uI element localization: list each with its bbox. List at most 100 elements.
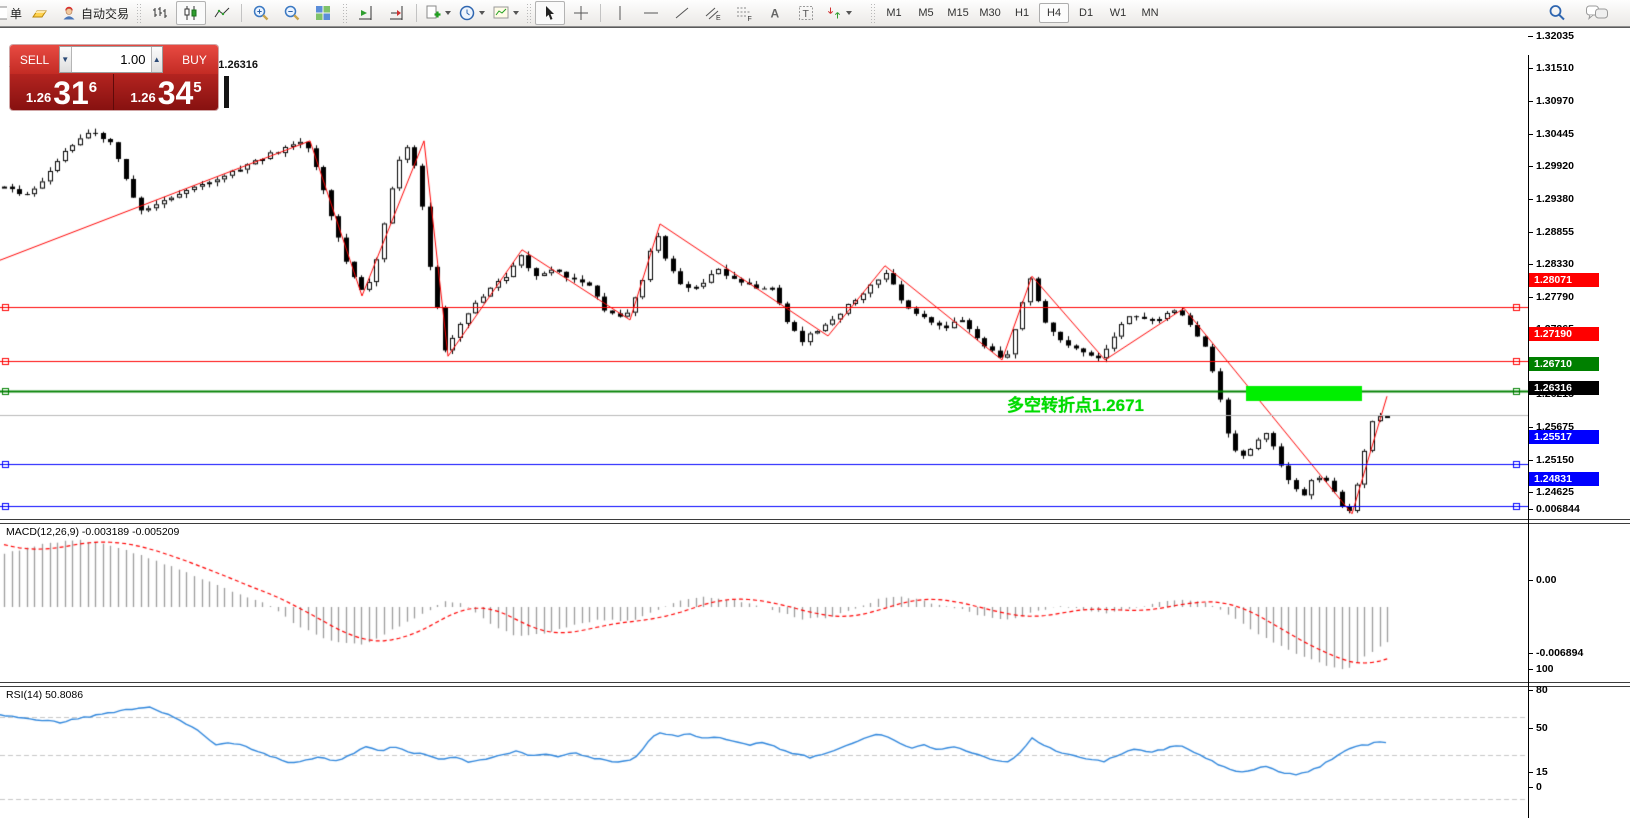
sell-price-prefix: 1.26 [26, 90, 51, 105]
tile-windows-icon [314, 4, 332, 22]
axis-tick-mark [1528, 728, 1533, 729]
auto-scroll-button[interactable] [382, 1, 412, 25]
timeframe-d1-button[interactable]: D1 [1071, 3, 1101, 23]
period-menu-button[interactable] [455, 1, 488, 25]
svg-text:E: E [716, 15, 721, 22]
order-label: 单 [10, 5, 22, 22]
horizontal-line-button[interactable] [636, 1, 666, 25]
text-label-button[interactable]: T [791, 1, 821, 25]
vertical-line-button[interactable] [605, 1, 635, 25]
price-line-badge: 1.28071 [1529, 273, 1599, 287]
trendline-button[interactable] [667, 1, 697, 25]
axis-tick-mark [1528, 690, 1533, 691]
axis-tick-label: 50 [1536, 722, 1548, 734]
toolbar-grip[interactable] [526, 3, 531, 23]
timeframe-m1-button[interactable]: M1 [879, 3, 909, 23]
crosshair-button[interactable] [566, 1, 596, 25]
line-chart-button[interactable] [207, 1, 237, 25]
axis-tick-label: 1.32035 [1536, 30, 1574, 42]
chart-shift-icon [357, 4, 375, 22]
panel-resize-handle[interactable] [224, 76, 229, 108]
timeframe-mn-button[interactable]: MN [1135, 3, 1165, 23]
indicators-icon [492, 4, 510, 22]
chevron-down-icon [846, 11, 852, 15]
axis-tick-mark [1528, 669, 1533, 670]
axis-tick-label: 1.30445 [1536, 128, 1574, 140]
turning-point-annotation[interactable]: 多空转折点1.2671 [1007, 391, 1144, 416]
candlestick-chart-button[interactable] [176, 1, 206, 25]
axis-tick-label: 0.00 [1536, 574, 1556, 586]
autotrading-icon [60, 4, 78, 22]
price-line-badge: 1.27190 [1529, 327, 1599, 341]
trendline-icon [673, 4, 691, 22]
sell-price-display[interactable]: 1.26316 [10, 74, 114, 110]
macd-canvas[interactable] [0, 525, 1528, 682]
axis-tick-mark [1528, 580, 1533, 581]
axis-tick-mark [1528, 297, 1533, 298]
indicators-menu-button[interactable] [489, 1, 522, 25]
axis-tick-mark [1528, 492, 1533, 493]
axis-tick-label: 1.27790 [1536, 291, 1574, 303]
search-icon [1547, 3, 1567, 23]
axis-tick-mark [1528, 460, 1533, 461]
arrows-button[interactable] [822, 1, 855, 25]
pane-splitter-rsi[interactable] [0, 682, 1630, 687]
timeframe-h1-button[interactable]: H1 [1007, 3, 1037, 23]
mt4-window: 单 自动交易 [0, 0, 1630, 818]
axis-tick-mark [1528, 509, 1533, 510]
rsi-canvas[interactable] [0, 687, 1528, 818]
sell-price-big: 31 [53, 78, 89, 108]
auto-scroll-icon [388, 4, 406, 22]
tile-windows-button[interactable] [308, 1, 338, 25]
zoom-in-icon [252, 4, 270, 22]
search-button[interactable] [1542, 1, 1572, 25]
timeframe-w1-button[interactable]: W1 [1103, 3, 1133, 23]
axis-tick-mark [1528, 166, 1533, 167]
volume-increase-button[interactable]: ▲ [151, 47, 163, 72]
axis-tick-mark [1528, 787, 1533, 788]
cursor-button[interactable] [535, 1, 565, 25]
chat-icon [1585, 3, 1609, 23]
arrows-icon [825, 4, 843, 22]
timeframe-h4-button[interactable]: H4 [1039, 3, 1069, 23]
timeframe-m5-button[interactable]: M5 [911, 3, 941, 23]
axis-tick-mark [1528, 264, 1533, 265]
axis-tick-label: 15 [1536, 766, 1548, 778]
axis-tick-mark [1528, 101, 1533, 102]
toolbar-grip[interactable] [342, 3, 347, 23]
bar-chart-button[interactable] [145, 1, 175, 25]
axis-tick-label: 0 [1536, 781, 1542, 793]
trade-panel-prices: 1.26316 1.26345 [10, 74, 218, 110]
text-icon: A [767, 4, 783, 22]
axis-tick-label: 100 [1536, 663, 1554, 675]
text-button[interactable]: A [760, 1, 790, 25]
chart-shift-button[interactable] [351, 1, 381, 25]
crosshair-icon [572, 4, 590, 22]
volume-decrease-button[interactable]: ▼ [60, 47, 72, 72]
axis-tick-mark [1528, 427, 1533, 428]
timeframe-m30-button[interactable]: M30 [975, 3, 1005, 23]
zoom-in-button[interactable] [246, 1, 276, 25]
toolbar-grip[interactable] [870, 3, 875, 23]
chat-button[interactable] [1582, 1, 1612, 25]
fibonacci-button[interactable]: F [729, 1, 759, 25]
sell-button[interactable]: SELL [10, 45, 59, 74]
new-order-button[interactable] [421, 1, 454, 25]
buy-price-big: 34 [158, 78, 194, 108]
gold-button[interactable] [26, 1, 56, 25]
pane-splitter-macd[interactable] [0, 519, 1630, 524]
new-order-partial-button[interactable]: 单 [0, 1, 25, 25]
axis-tick-mark [1528, 36, 1533, 37]
cursor-icon [541, 4, 559, 22]
toolbar-grip[interactable] [136, 3, 141, 23]
vertical-line-icon [613, 4, 627, 22]
main-chart-canvas[interactable] [0, 58, 1528, 519]
buy-button[interactable]: BUY [171, 45, 218, 74]
equidistant-channel-button[interactable]: E [698, 1, 728, 25]
buy-price-display[interactable]: 1.26345 [114, 74, 218, 110]
autotrading-button[interactable]: 自动交易 [57, 1, 132, 25]
volume-input[interactable] [72, 47, 151, 72]
zoom-out-button[interactable] [277, 1, 307, 25]
timeframe-m15-button[interactable]: M15 [943, 3, 973, 23]
buy-price-prefix: 1.26 [130, 90, 155, 105]
